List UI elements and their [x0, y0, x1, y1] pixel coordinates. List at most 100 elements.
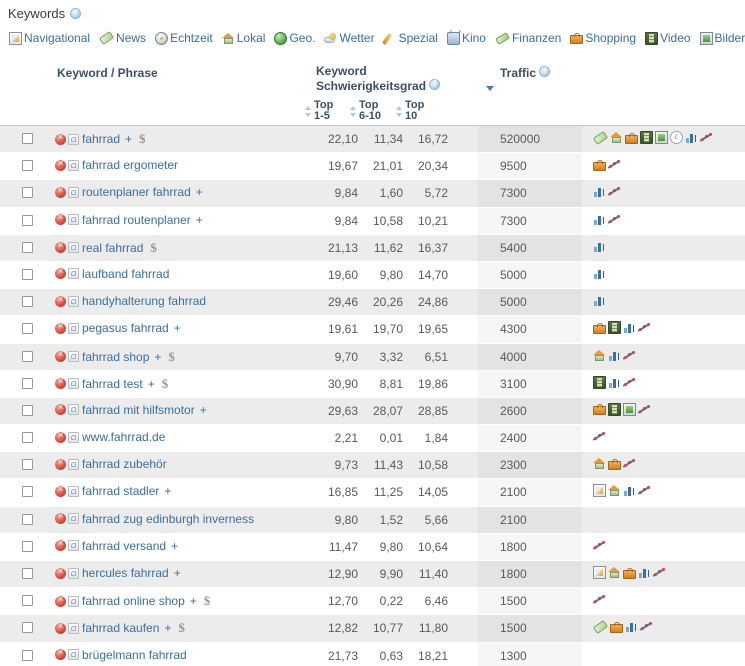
video-icon[interactable] — [640, 131, 653, 144]
delete-icon[interactable] — [55, 265, 66, 280]
filter-news[interactable]: News — [98, 30, 146, 46]
row-checkbox[interactable] — [22, 432, 33, 444]
preview-window-icon[interactable] — [68, 649, 79, 661]
preview-window-icon[interactable] — [68, 351, 79, 362]
shopping-icon[interactable] — [593, 404, 606, 416]
filter-geo[interactable]: Geo. — [274, 31, 315, 45]
chart-icon[interactable] — [623, 321, 636, 334]
chart-icon[interactable] — [685, 131, 698, 144]
video-icon[interactable] — [608, 402, 621, 416]
row-checkbox[interactable] — [22, 323, 33, 335]
trend-icon[interactable] — [700, 131, 713, 144]
preview-window-icon[interactable] — [68, 540, 79, 552]
sort-arrows-icon[interactable] — [305, 105, 312, 118]
preview-window-icon[interactable] — [68, 567, 79, 579]
chart-icon[interactable] — [623, 484, 636, 497]
keyword-link[interactable]: handyhalterung fahrrad — [82, 294, 206, 308]
subheader-top-6-10[interactable]: Top 6-10 — [350, 100, 381, 122]
chart-icon[interactable] — [608, 349, 621, 362]
preview-window-icon[interactable] — [68, 214, 79, 226]
trend-icon[interactable] — [608, 213, 621, 226]
delete-icon[interactable] — [55, 401, 66, 416]
shopping-icon[interactable] — [610, 621, 623, 633]
filter-finanzen[interactable]: Finanzen — [495, 31, 561, 45]
navigational-icon[interactable] — [593, 566, 606, 579]
local-icon[interactable] — [593, 349, 606, 362]
filter-navigational[interactable]: Navigational — [9, 31, 90, 45]
keyword-link[interactable]: fahrrad ergometer — [82, 158, 178, 172]
keyword-link[interactable]: fahrrad shop — [82, 350, 149, 364]
difficulty-help-icon[interactable] — [429, 78, 441, 90]
keyword-link[interactable]: www.fahrrad.de — [82, 430, 165, 444]
trend-icon[interactable] — [640, 620, 653, 633]
row-checkbox[interactable] — [22, 350, 33, 362]
keyword-link[interactable]: fahrrad — [82, 132, 120, 146]
traffic-help-icon[interactable] — [539, 65, 551, 77]
help-icon[interactable] — [70, 7, 82, 19]
delete-icon[interactable] — [55, 375, 66, 390]
trend-icon[interactable] — [623, 457, 636, 470]
keyword-link[interactable]: fahrrad versand — [82, 539, 166, 553]
preview-window-icon[interactable] — [68, 622, 79, 634]
circle-c-icon[interactable] — [670, 130, 683, 144]
preview-window-icon[interactable] — [68, 404, 79, 416]
delete-icon[interactable] — [55, 131, 66, 145]
trend-icon[interactable] — [638, 321, 651, 334]
keyword-link[interactable]: hercules fahrrad — [82, 566, 169, 580]
preview-window-icon[interactable] — [68, 378, 79, 390]
delete-icon[interactable] — [55, 211, 66, 226]
preview-window-icon[interactable] — [68, 513, 79, 525]
delete-icon[interactable] — [55, 239, 66, 254]
video-icon[interactable] — [593, 375, 606, 389]
row-checkbox[interactable] — [22, 459, 33, 471]
row-checkbox[interactable] — [22, 296, 33, 308]
delete-icon[interactable] — [55, 184, 66, 198]
preview-window-icon[interactable] — [68, 159, 79, 171]
trend-icon[interactable] — [638, 484, 651, 497]
keyword-link[interactable]: fahrrad mit hilfsmotor — [82, 403, 195, 417]
row-checkbox[interactable] — [22, 540, 33, 552]
row-checkbox[interactable] — [22, 377, 33, 389]
chart-icon[interactable] — [593, 213, 606, 226]
filter-bilder[interactable]: Bilder — [699, 31, 745, 45]
local-icon[interactable] — [610, 131, 623, 144]
sort-arrows-icon[interactable] — [350, 105, 357, 118]
delete-icon[interactable] — [55, 157, 66, 171]
keyword-link[interactable]: routenplaner fahrrad — [82, 185, 191, 199]
filter-echtzeit[interactable]: Echtzeit — [155, 31, 213, 45]
delete-icon[interactable] — [55, 646, 66, 661]
keyword-link[interactable]: fahrrad stadler — [82, 484, 159, 498]
chart-icon[interactable] — [593, 185, 606, 198]
row-checkbox[interactable] — [22, 133, 33, 144]
trend-icon[interactable] — [623, 349, 636, 362]
subheader-top-1-5[interactable]: Top 1-5 — [305, 100, 333, 122]
row-checkbox[interactable] — [22, 649, 33, 661]
filter-lokal[interactable]: Lokal — [221, 31, 265, 45]
row-checkbox[interactable] — [22, 568, 33, 579]
column-header-traffic[interactable]: Traffic — [500, 65, 551, 80]
keyword-link[interactable]: fahrrad test — [82, 377, 143, 391]
local-icon[interactable] — [593, 457, 606, 470]
navigational-icon[interactable] — [593, 484, 606, 498]
news-icon[interactable] — [592, 130, 609, 145]
images-icon[interactable] — [655, 131, 668, 144]
delete-icon[interactable] — [55, 537, 66, 552]
row-checkbox[interactable] — [22, 595, 33, 607]
keyword-link[interactable]: fahrrad routenplaner — [82, 213, 191, 227]
keyword-link[interactable]: fahrrad zug edinburgh inverness — [82, 512, 254, 526]
chart-icon[interactable] — [638, 566, 651, 579]
preview-window-icon[interactable] — [68, 595, 79, 607]
preview-window-icon[interactable] — [68, 133, 79, 145]
row-checkbox[interactable] — [22, 404, 33, 416]
shopping-icon[interactable] — [593, 322, 606, 334]
column-header-keyword[interactable]: Keyword / Phrase — [57, 66, 158, 80]
delete-icon[interactable] — [55, 593, 66, 607]
row-checkbox[interactable] — [22, 214, 33, 226]
traffic-sort-desc-icon[interactable] — [486, 86, 494, 91]
keyword-link[interactable]: brügelmann fahrrad — [82, 648, 187, 662]
news-icon[interactable] — [592, 619, 609, 634]
row-checkbox[interactable] — [22, 622, 33, 634]
row-checkbox[interactable] — [22, 268, 33, 280]
trend-icon[interactable] — [623, 376, 636, 389]
chart-icon[interactable] — [608, 376, 621, 389]
